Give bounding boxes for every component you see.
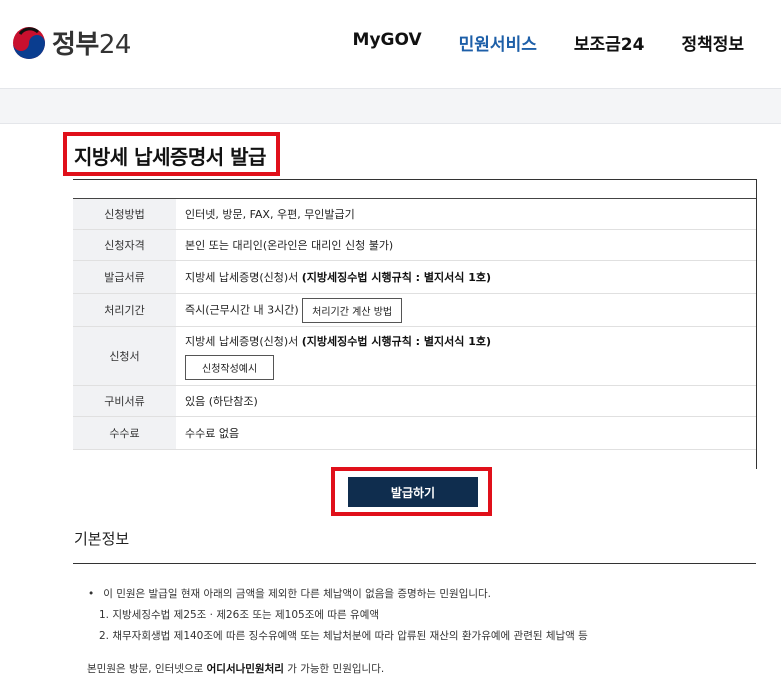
row-label: 신청서 [73, 326, 176, 386]
issue-button[interactable]: 발급하기 [348, 477, 478, 507]
nav-policy-info[interactable]: 정책정보 [681, 30, 744, 55]
table-row: 수수료 수수료 없음 [73, 416, 756, 450]
basic-info-divider [73, 563, 756, 564]
application-example-button[interactable]: 신청작성예시 [185, 354, 275, 380]
basic-info-note: 본민원은 방문, 인터넷으로 어디서나민원처리 가 가능한 민원입니다. [87, 663, 385, 675]
title-divider [73, 179, 756, 180]
nav-mygov[interactable]: MyGOV [353, 30, 422, 55]
table-row: 신청서 지방세 납세증명(신청)서 (지방세징수법 시행규칙 : 별지서식 1호… [73, 326, 756, 386]
table-row: 신청자격 본인 또는 대리인(온라인은 대리인 신청 불가) [73, 229, 756, 261]
row-label: 처리기간 [73, 293, 176, 327]
row-label: 구비서류 [73, 385, 176, 417]
list-item: 1. 지방세징수법 제25조 · 제26조 또는 제105조에 따른 유예액 [99, 609, 380, 621]
site-logo[interactable]: 정부24 [12, 24, 131, 61]
row-label: 신청방법 [73, 198, 176, 230]
processing-time-calc-button[interactable]: 처리기간 계산 방법 [302, 297, 403, 323]
row-value: 즉시(근무시간 내 3시간) 처리기간 계산 방법 [176, 293, 756, 327]
nav-subsidy24[interactable]: 보조금24 [574, 30, 645, 55]
table-row: 처리기간 즉시(근무시간 내 3시간) 처리기간 계산 방법 [73, 293, 756, 327]
taegeuk-icon [12, 26, 46, 60]
row-value: 인터넷, 방문, FAX, 우편, 무인발급기 [176, 198, 756, 230]
row-label: 신청자격 [73, 229, 176, 261]
page-title: 지방세 납세증명서 발급 [74, 145, 266, 169]
row-value: 지방세 납세증명(신청)서 (지방세징수법 시행규칙 : 별지서식 1호) 신청… [176, 326, 756, 386]
logo-text: 정부24 [52, 30, 131, 60]
nav-civil-service[interactable]: 민원서비스 [459, 30, 537, 55]
list-item: 이 민원은 발급일 현재 아래의 금액을 제외한 다른 체납액이 없음을 증명하… [88, 584, 588, 605]
site-header: 정부24 MyGOV 민원서비스 보조금24 정책정보 [0, 0, 781, 88]
row-value: 지방세 납세증명(신청)서 (지방세징수법 시행규칙 : 별지서식 1호) [176, 260, 756, 294]
table-row: 발급서류 지방세 납세증명(신청)서 (지방세징수법 시행규칙 : 별지서식 1… [73, 260, 756, 294]
basic-info-title: 기본정보 [74, 530, 130, 548]
basic-info-list: 이 민원은 발급일 현재 아래의 금액을 제외한 다른 체납액이 없음을 증명하… [88, 584, 588, 647]
row-value: 있음 (하단참조) [176, 385, 756, 417]
service-info-table: 신청방법 인터넷, 방문, FAX, 우편, 무인발급기 신청자격 본인 또는 … [73, 198, 756, 450]
row-label: 수수료 [73, 416, 176, 450]
row-value: 수수료 없음 [176, 416, 756, 450]
main-nav: MyGOV 민원서비스 보조금24 정책정보 [353, 30, 781, 55]
table-row: 구비서류 있음 (하단참조) [73, 385, 756, 417]
list-item: 2. 채무자회생법 제140조에 따른 징수유예액 또는 체납처분에 따라 압류… [99, 630, 588, 642]
sub-header-band [0, 88, 781, 124]
content-side-border [756, 179, 757, 469]
table-row: 신청방법 인터넷, 방문, FAX, 우편, 무인발급기 [73, 198, 756, 230]
row-label: 발급서류 [73, 260, 176, 294]
row-value: 본인 또는 대리인(온라인은 대리인 신청 불가) [176, 229, 756, 261]
